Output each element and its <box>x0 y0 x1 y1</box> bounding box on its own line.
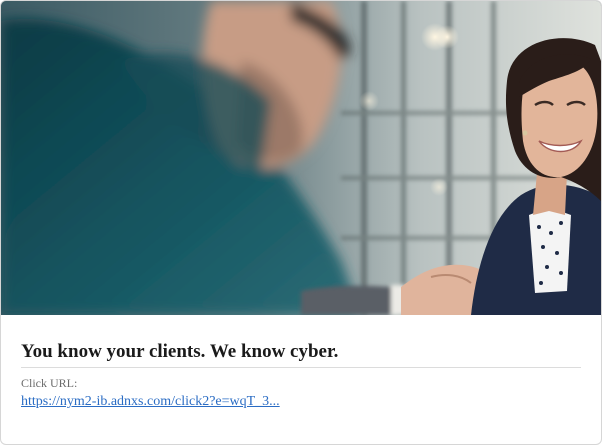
ad-hero-image[interactable] <box>1 1 601 315</box>
divider <box>21 367 581 368</box>
handshake-photo <box>1 1 601 315</box>
ad-headline[interactable]: You know your clients. We know cyber. <box>21 315 581 363</box>
ad-card: You know your clients. We know cyber. Cl… <box>0 0 602 445</box>
ad-content: You know your clients. We know cyber. Cl… <box>21 315 581 410</box>
click-url-label: Click URL: <box>21 376 78 390</box>
click-url-link[interactable]: https://nym2-ib.adnxs.com/click2?e=wqT_3… <box>21 394 280 410</box>
